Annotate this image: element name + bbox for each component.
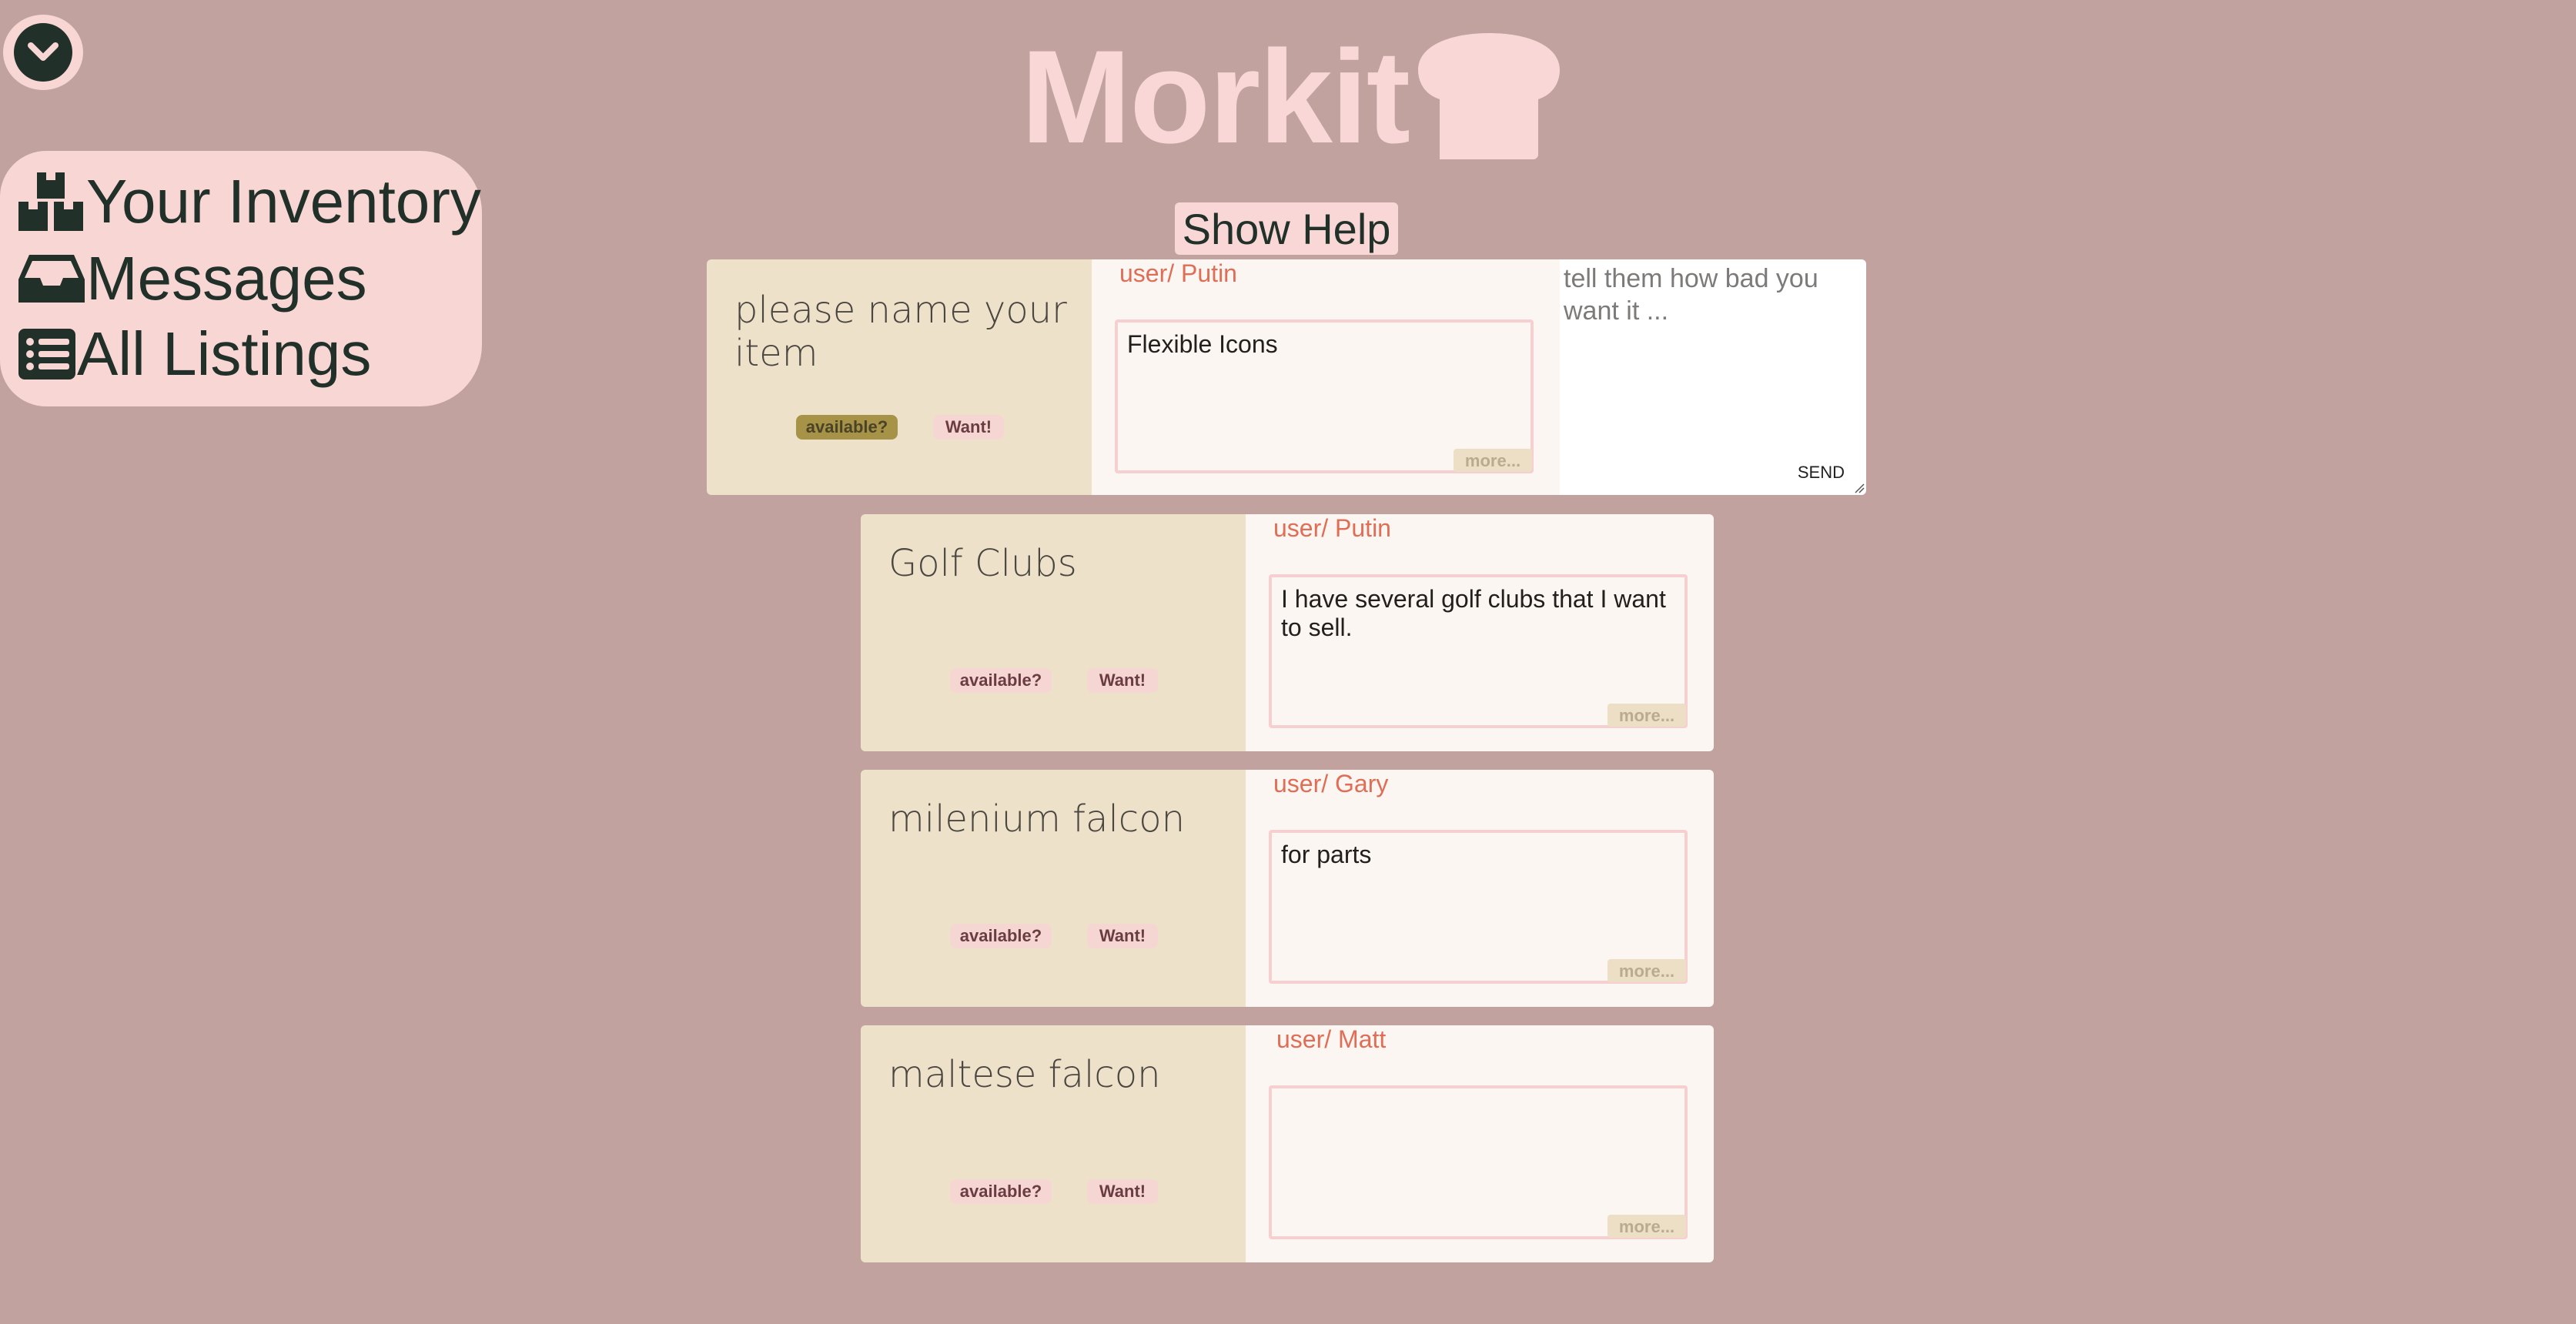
nav-item-label: Your Inventory — [86, 167, 481, 236]
more-button[interactable]: more... — [1607, 1215, 1686, 1238]
listing-detail: user/ Gary for parts more... — [1246, 770, 1714, 1007]
inbox-icon — [17, 252, 86, 306]
nav-item-label: Messages — [86, 244, 367, 313]
nav-item-all-listings[interactable]: All Listings — [17, 323, 371, 385]
list-icon — [17, 327, 77, 381]
nav-item-messages[interactable]: Messages — [17, 248, 367, 309]
item-title[interactable]: please name your item — [734, 289, 1073, 375]
want-button[interactable]: Want! — [933, 415, 1004, 440]
item-title[interactable]: milenium falcon — [888, 797, 1185, 841]
bread-icon — [1417, 32, 1561, 163]
description-text: Flexible Icons — [1127, 330, 1278, 358]
resize-handle-icon[interactable] — [1854, 483, 1865, 493]
listing-detail: user/ Putin Flexible Icons more... — [1092, 259, 1560, 495]
more-button[interactable]: more... — [1607, 959, 1686, 982]
description-field[interactable]: I have several golf clubs that I want to… — [1269, 574, 1688, 728]
description-text: for parts — [1281, 841, 1372, 868]
user-label[interactable]: user/ Putin — [1119, 259, 1237, 288]
available-toggle[interactable]: available? — [950, 1179, 1052, 1204]
description-field[interactable]: for parts more... — [1269, 830, 1688, 984]
user-label[interactable]: user/ Matt — [1276, 1025, 1386, 1054]
message-textarea[interactable]: tell them how bad you want it ... SEND — [1560, 259, 1866, 495]
listing-detail: user/ Matt more... — [1246, 1025, 1714, 1262]
want-button[interactable]: Want! — [1087, 924, 1158, 948]
want-button[interactable]: Want! — [1087, 668, 1158, 693]
chevron-down-icon — [14, 23, 72, 82]
send-button[interactable]: SEND — [1798, 463, 1845, 483]
message-placeholder: tell them how bad you want it ... — [1564, 264, 1818, 326]
more-button[interactable]: more... — [1607, 704, 1686, 727]
listing-summary: milenium falcon available? Want! — [861, 770, 1246, 1007]
description-field[interactable]: Flexible Icons more... — [1115, 319, 1534, 473]
listing-summary: please name your item available? Want! — [707, 259, 1092, 495]
description-field[interactable]: more... — [1269, 1085, 1688, 1239]
available-toggle[interactable]: available? — [950, 924, 1052, 948]
item-title[interactable]: Golf Clubs — [888, 542, 1077, 585]
listing-card: milenium falcon available? Want! user/ G… — [861, 770, 1714, 1007]
listing-detail: user/ Putin I have several golf clubs th… — [1246, 514, 1714, 751]
app-logo: Morkit — [1021, 31, 1561, 163]
show-help-button[interactable]: Show Help — [1175, 202, 1398, 255]
side-nav-menu: Your Inventory Messages All Listings — [0, 151, 482, 406]
description-text: I have several golf clubs that I want to… — [1281, 585, 1666, 641]
user-label[interactable]: user/ Putin — [1273, 514, 1391, 543]
want-button[interactable]: Want! — [1087, 1179, 1158, 1204]
boxes-icon — [17, 171, 86, 232]
user-label[interactable]: user/ Gary — [1273, 770, 1388, 798]
listing-summary: Golf Clubs available? Want! — [861, 514, 1246, 751]
nav-item-label: All Listings — [77, 319, 372, 388]
listing-summary: maltese falcon available? Want! — [861, 1025, 1246, 1262]
listing-card: please name your item available? Want! u… — [707, 259, 1560, 495]
item-title[interactable]: maltese falcon — [888, 1053, 1160, 1096]
more-button[interactable]: more... — [1454, 449, 1532, 472]
listing-card: maltese falcon available? Want! user/ Ma… — [861, 1025, 1714, 1262]
app-title: Morkit — [1021, 23, 1410, 171]
available-toggle[interactable]: available? — [950, 668, 1052, 693]
nav-item-your-inventory[interactable]: Your Inventory — [17, 171, 481, 232]
available-toggle[interactable]: available? — [796, 415, 898, 440]
listing-card: Golf Clubs available? Want! user/ Putin … — [861, 514, 1714, 751]
menu-toggle-button[interactable] — [3, 15, 83, 90]
